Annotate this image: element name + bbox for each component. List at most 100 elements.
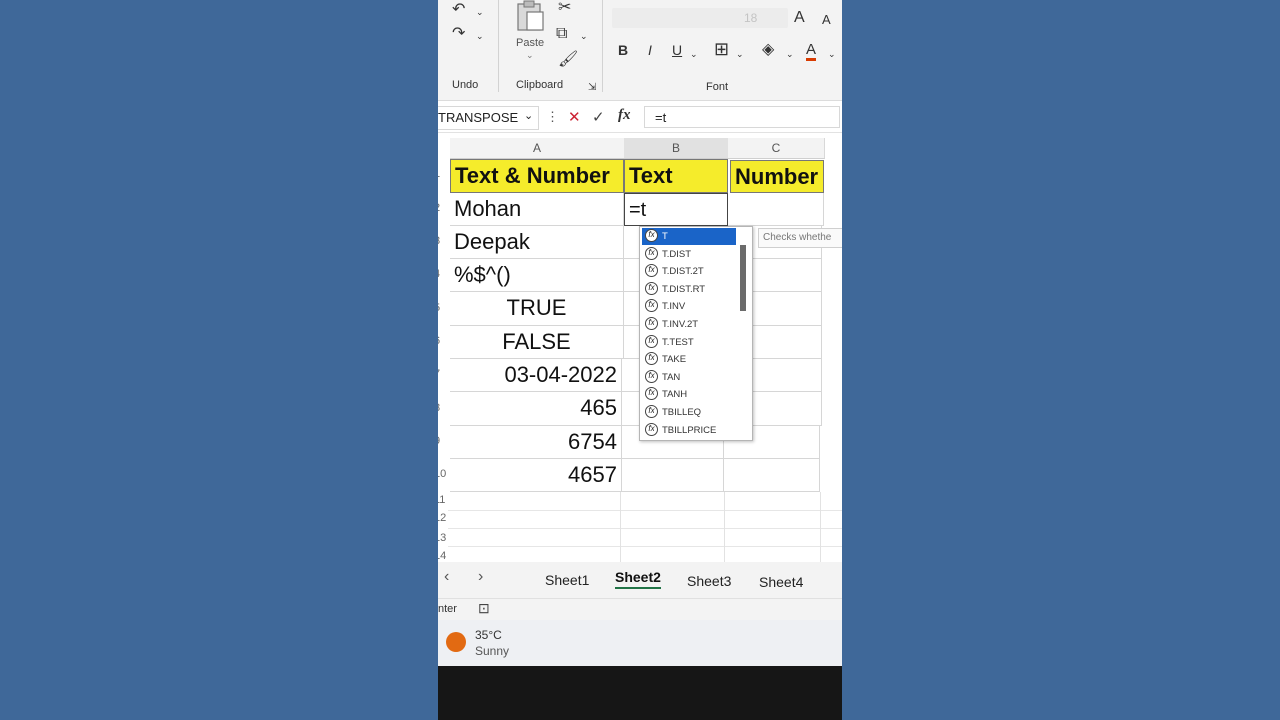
- decrease-font-icon[interactable]: A: [822, 12, 831, 28]
- row-number[interactable]: 5: [438, 302, 444, 314]
- paste-button[interactable]: Paste ⌄: [510, 0, 554, 66]
- autocomplete-item-label: T.DIST: [662, 248, 692, 260]
- row-number[interactable]: 6: [438, 335, 444, 347]
- font-group-label: Font: [706, 81, 729, 93]
- header-cell-a[interactable]: Text & Number: [450, 159, 624, 193]
- chevron-down-icon[interactable]: ⌄: [786, 46, 794, 62]
- accessibility-icon[interactable]: ⊡: [478, 600, 490, 617]
- row-number[interactable]: 12: [438, 512, 446, 524]
- font-color-icon[interactable]: A: [806, 42, 817, 61]
- cell-c10[interactable]: [724, 459, 820, 492]
- sheet-tab[interactable]: Sheet3: [687, 573, 731, 589]
- formula-input[interactable]: =t: [644, 106, 840, 128]
- autocomplete-item[interactable]: fx TAN: [642, 369, 736, 386]
- font-size-box[interactable]: 18: [744, 11, 757, 25]
- cell-a7[interactable]: 03-04-2022: [450, 359, 622, 392]
- underline-button[interactable]: U: [672, 42, 682, 58]
- autocomplete-item-label: T.INV.2T: [662, 319, 699, 330]
- cell-a10[interactable]: 4657: [450, 459, 622, 492]
- autocomplete-item[interactable]: fx T.DIST: [642, 246, 736, 263]
- copy-icon[interactable]: ⧉: [556, 26, 567, 42]
- row-number[interactable]: 13: [438, 532, 446, 544]
- increase-font-icon[interactable]: A: [794, 10, 805, 26]
- undo-icon[interactable]: ↶: [452, 2, 465, 18]
- chevron-down-icon[interactable]: ⌄: [690, 46, 698, 62]
- scrollbar-thumb[interactable]: [740, 245, 746, 311]
- autocomplete-item[interactable]: fx TBILLPRICE: [642, 422, 736, 439]
- autocomplete-item[interactable]: fx T.INV.2T: [642, 316, 736, 333]
- chevron-down-icon[interactable]: ⌄: [828, 46, 836, 62]
- name-box[interactable]: TRANSPOSE ⌄: [438, 106, 539, 130]
- autocomplete-item[interactable]: fx TAKE: [642, 351, 736, 368]
- cell-a3[interactable]: Deepak: [450, 226, 624, 259]
- row-number[interactable]: 14: [438, 550, 446, 562]
- chevron-left-icon[interactable]: ‹: [444, 568, 449, 586]
- chevron-down-icon[interactable]: ⌄: [736, 46, 744, 62]
- function-icon: fx: [645, 264, 658, 278]
- chevron-down-icon[interactable]: ⌄: [476, 4, 484, 20]
- autocomplete-item[interactable]: fx T.DIST.RT: [642, 281, 736, 298]
- chevron-down-icon: ⌄: [524, 110, 534, 122]
- weather-condition[interactable]: Sunny: [475, 644, 509, 658]
- chevron-right-icon[interactable]: ›: [478, 568, 483, 586]
- autocomplete-item[interactable]: fx T.INV: [642, 298, 736, 315]
- autocomplete-item[interactable]: fx TBILLEQ: [642, 404, 736, 421]
- header-cell-c[interactable]: Number: [730, 160, 824, 193]
- ribbon: ↶ ⌄ ↷ ⌄ Undo Paste ⌄ ✂ ⧉ ⌄ 🖌 Clipboard ⇲…: [438, 0, 842, 101]
- autocomplete-item-label: T.TEST: [662, 336, 694, 348]
- insert-function-button[interactable]: fx: [618, 107, 631, 124]
- cell-b10[interactable]: [622, 459, 724, 492]
- header-cell-b[interactable]: Text: [624, 159, 728, 193]
- taskbar: 35°C Sunny: [438, 620, 842, 666]
- function-icon: fx: [645, 229, 658, 242]
- sheet-tab[interactable]: Sheet4: [759, 574, 803, 590]
- more-icon[interactable]: ⋮: [546, 109, 559, 125]
- cell-a5[interactable]: TRUE: [450, 292, 624, 326]
- row-number[interactable]: 8: [438, 402, 444, 414]
- cell-a8[interactable]: 465: [450, 392, 622, 426]
- borders-icon[interactable]: ⊞: [714, 40, 729, 58]
- row-number[interactable]: 11: [438, 494, 445, 506]
- column-header-c[interactable]: C: [728, 138, 825, 159]
- column-header-b[interactable]: B: [624, 138, 729, 159]
- function-autocomplete-list[interactable]: fx Tfx T.DIST fx T.DIST.2T fx T.DIST.RT fx T.INV…: [639, 226, 753, 441]
- cell-a4[interactable]: %$^(): [450, 259, 624, 292]
- autocomplete-item[interactable]: fx T.DIST.2T: [642, 263, 736, 280]
- redo-icon[interactable]: ↷: [452, 26, 465, 42]
- format-painter-icon[interactable]: 🖌: [558, 52, 578, 68]
- row-number[interactable]: 2: [438, 202, 444, 214]
- dialog-launcher-icon[interactable]: ⇲: [588, 80, 596, 96]
- row-number[interactable]: 4: [438, 268, 444, 280]
- autocomplete-item-label: T: [662, 231, 668, 242]
- row-number[interactable]: 7: [438, 368, 444, 380]
- cancel-button[interactable]: ✕: [568, 108, 581, 126]
- autocomplete-item[interactable]: fx TANH: [642, 386, 736, 403]
- autocomplete-item-label: T.DIST.RT: [662, 283, 706, 295]
- cell-a9[interactable]: 6754: [450, 426, 622, 459]
- sheet-tab[interactable]: Sheet1: [545, 572, 589, 588]
- row-number[interactable]: 9: [438, 435, 444, 447]
- name-box-value: TRANSPOSE: [438, 110, 519, 125]
- autocomplete-item-label: TAKE: [662, 354, 687, 366]
- active-cell-b2[interactable]: =t: [624, 193, 728, 226]
- autocomplete-item[interactable]: fx T.TEST: [642, 334, 736, 351]
- fill-color-icon[interactable]: ◈: [762, 42, 774, 58]
- weather-temp[interactable]: 35°C: [475, 628, 502, 642]
- chevron-down-icon[interactable]: ⌄: [476, 28, 484, 44]
- cell-a6[interactable]: FALSE: [450, 326, 624, 359]
- font-name-box[interactable]: [612, 8, 788, 28]
- cut-icon[interactable]: ✂: [558, 0, 571, 16]
- enter-button[interactable]: ✓: [592, 108, 605, 126]
- row-number[interactable]: 3: [438, 235, 444, 247]
- bold-button[interactable]: B: [618, 42, 628, 58]
- autocomplete-item[interactable]: fx T: [642, 228, 736, 245]
- row-number[interactable]: 1: [438, 168, 444, 180]
- function-icon: fx: [645, 405, 658, 418]
- cell-c2[interactable]: [728, 193, 824, 226]
- row-number[interactable]: 10: [438, 468, 446, 480]
- italic-button[interactable]: I: [648, 42, 652, 58]
- chevron-down-icon[interactable]: ⌄: [580, 28, 588, 44]
- cell-a2[interactable]: Mohan: [450, 193, 624, 226]
- sheet-tab-active[interactable]: Sheet2: [615, 569, 661, 589]
- column-header-a[interactable]: A: [450, 138, 625, 159]
